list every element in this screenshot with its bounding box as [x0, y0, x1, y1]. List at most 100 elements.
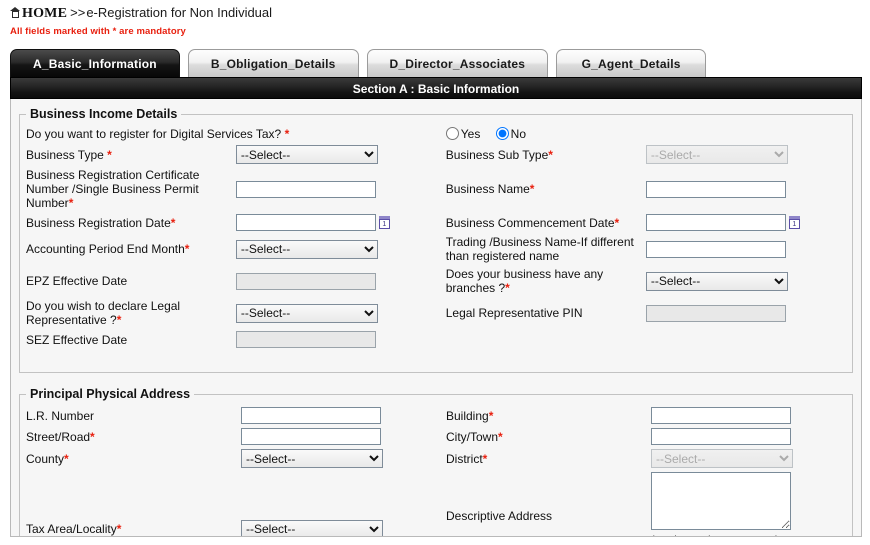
input-city-town[interactable]	[651, 428, 791, 445]
table-row: Business Type * --Select-- Business Sub …	[26, 143, 846, 166]
input-building[interactable]	[651, 407, 791, 424]
required-marker: *	[184, 242, 190, 256]
required-marker: *	[170, 215, 176, 230]
required-marker: *	[64, 451, 69, 466]
physical-address-table: L.R. Number Building* Street/Road* City/…	[26, 405, 846, 536]
group-principal-physical-address: Principal Physical Address L.R. Number B…	[19, 387, 853, 536]
group-legend-business-income: Business Income Details	[30, 107, 178, 121]
cell-tax-area-locality: --Select--	[241, 470, 446, 536]
label-has-branches: Does your business have any branches ?*	[445, 267, 604, 295]
section-title-bar: Section A : Basic Information	[10, 77, 862, 99]
select-business-sub-type[interactable]: --Select--	[645, 145, 788, 164]
cell-business-sub-type: --Select--	[645, 143, 846, 166]
required-marker: *	[488, 408, 494, 423]
input-legal-representative-pin	[645, 304, 786, 322]
radio-dst-no[interactable]	[495, 127, 509, 140]
cell-declare-legal-representative: --Select--	[235, 297, 446, 329]
label-trading-business-name: Trading /Business Name-If different than…	[445, 235, 634, 263]
cell-district: --Select--	[651, 447, 846, 470]
spacer-row	[26, 350, 846, 366]
radio-group-digital-services-tax: Yes No	[445, 125, 846, 143]
label-lr-number: L.R. Number	[26, 408, 95, 423]
select-county[interactable]: --Select--	[241, 449, 383, 468]
select-district[interactable]: --Select--	[651, 449, 793, 468]
label-sez-effective-date: SEZ Effective Date	[26, 332, 128, 347]
required-marker: *	[284, 127, 290, 141]
label-county: County*	[26, 451, 69, 466]
home-label: HOME	[22, 6, 68, 21]
label-descriptive-address: Descriptive Address	[446, 509, 553, 523]
input-lr-number[interactable]	[241, 407, 381, 424]
textarea-descriptive-address[interactable]	[651, 472, 791, 530]
cell-city-town	[651, 426, 846, 447]
cell-building	[651, 405, 846, 426]
cell-business-registration-date: 1	[235, 212, 446, 233]
required-marker: *	[68, 196, 74, 210]
required-marker: *	[482, 451, 488, 466]
input-business-registration-date[interactable]	[235, 214, 376, 231]
cell-business-registration-certificate	[235, 166, 446, 212]
input-business-commencement-date[interactable]	[645, 214, 786, 231]
cell-accounting-period-end-month: --Select--	[235, 233, 446, 265]
select-has-branches[interactable]: --Select--	[645, 271, 788, 291]
breadcrumb: HOME >>e-Registration for Non Individual	[0, 0, 870, 22]
required-marker: *	[548, 147, 553, 162]
cell-business-type: --Select--	[235, 143, 446, 166]
cell-has-branches: --Select--	[645, 265, 846, 297]
required-marker: *	[505, 281, 510, 295]
cell-empty	[446, 329, 646, 350]
table-row: L.R. Number Building*	[26, 405, 846, 426]
radio-dst-yes[interactable]	[445, 127, 459, 140]
select-accounting-period-end-month[interactable]: --Select--	[235, 239, 378, 259]
required-marker: *	[498, 429, 503, 444]
select-declare-legal-representative[interactable]: --Select--	[235, 303, 378, 323]
input-street-road[interactable]	[241, 428, 381, 445]
calendar-icon[interactable]: 1	[788, 215, 800, 229]
input-trading-business-name[interactable]	[645, 240, 786, 258]
cell-trading-business-name	[645, 233, 846, 265]
group-legend-principal-physical-address: Principal Physical Address	[30, 387, 191, 401]
business-income-table: Do you want to register for Digital Serv…	[26, 125, 846, 366]
input-epz-effective-date	[235, 272, 376, 290]
input-sez-effective-date	[235, 331, 376, 348]
required-marker: *	[90, 429, 95, 444]
table-row: EPZ Effective Date Does your business ha…	[26, 265, 846, 297]
tab-b-obligation-details[interactable]: B_Obligation_Details	[187, 49, 359, 77]
label-business-name: Business Name*	[445, 182, 535, 196]
cell-epz-effective-date	[235, 265, 446, 297]
label-business-type: Business Type *	[26, 147, 112, 162]
label-city-town: City/Town*	[446, 429, 503, 444]
table-row: Accounting Period End Month* --Select-- …	[26, 233, 846, 265]
table-row: Do you wish to declare Legal Representat…	[26, 297, 846, 329]
table-row: Business Registration Certificate Number…	[26, 166, 846, 212]
input-business-registration-certificate[interactable]	[235, 180, 376, 198]
radio-option-no[interactable]: No	[495, 127, 526, 141]
tab-d-director-associates[interactable]: D_Director_Associates	[366, 49, 549, 77]
input-business-name[interactable]	[645, 180, 786, 198]
tab-bar: A_Basic_Information B_Obligation_Details D…	[0, 49, 870, 77]
cell-descriptive-address: (Maximum characters: 200) You have chara…	[651, 470, 846, 536]
select-business-type[interactable]: --Select--	[235, 145, 378, 164]
label-epz-effective-date: EPZ Effective Date	[26, 274, 128, 288]
tab-a-basic-information[interactable]: A_Basic_Information	[10, 49, 180, 77]
cell-legal-representative-pin	[645, 297, 846, 329]
required-marker: *	[116, 313, 122, 327]
select-tax-area-locality[interactable]: --Select--	[241, 519, 383, 536]
descriptive-address-max-chars-note: (Maximum characters: 200)	[651, 533, 846, 536]
required-marker: *	[107, 147, 112, 162]
label-legal-representative-pin: Legal Representative PIN	[445, 306, 583, 320]
cell-lr-number	[241, 405, 446, 426]
required-marker: *	[529, 182, 535, 196]
form-panel: Business Income Details Do you want to r…	[10, 99, 862, 537]
cell-county: --Select--	[241, 447, 446, 470]
table-row: Street/Road* City/Town*	[26, 426, 846, 447]
label-building: Building*	[446, 408, 494, 423]
label-business-registration-date: Business Registration Date*	[26, 215, 176, 230]
table-row: Do you want to register for Digital Serv…	[26, 125, 846, 143]
home-link[interactable]: HOME	[10, 6, 67, 21]
breadcrumb-separator: >>	[70, 5, 86, 20]
tab-g-agent-details[interactable]: G_Agent_Details	[556, 49, 707, 77]
calendar-icon[interactable]: 1	[378, 215, 390, 229]
radio-option-yes[interactable]: Yes	[445, 127, 480, 141]
table-row: Business Registration Date* 1 Business C…	[26, 212, 846, 233]
